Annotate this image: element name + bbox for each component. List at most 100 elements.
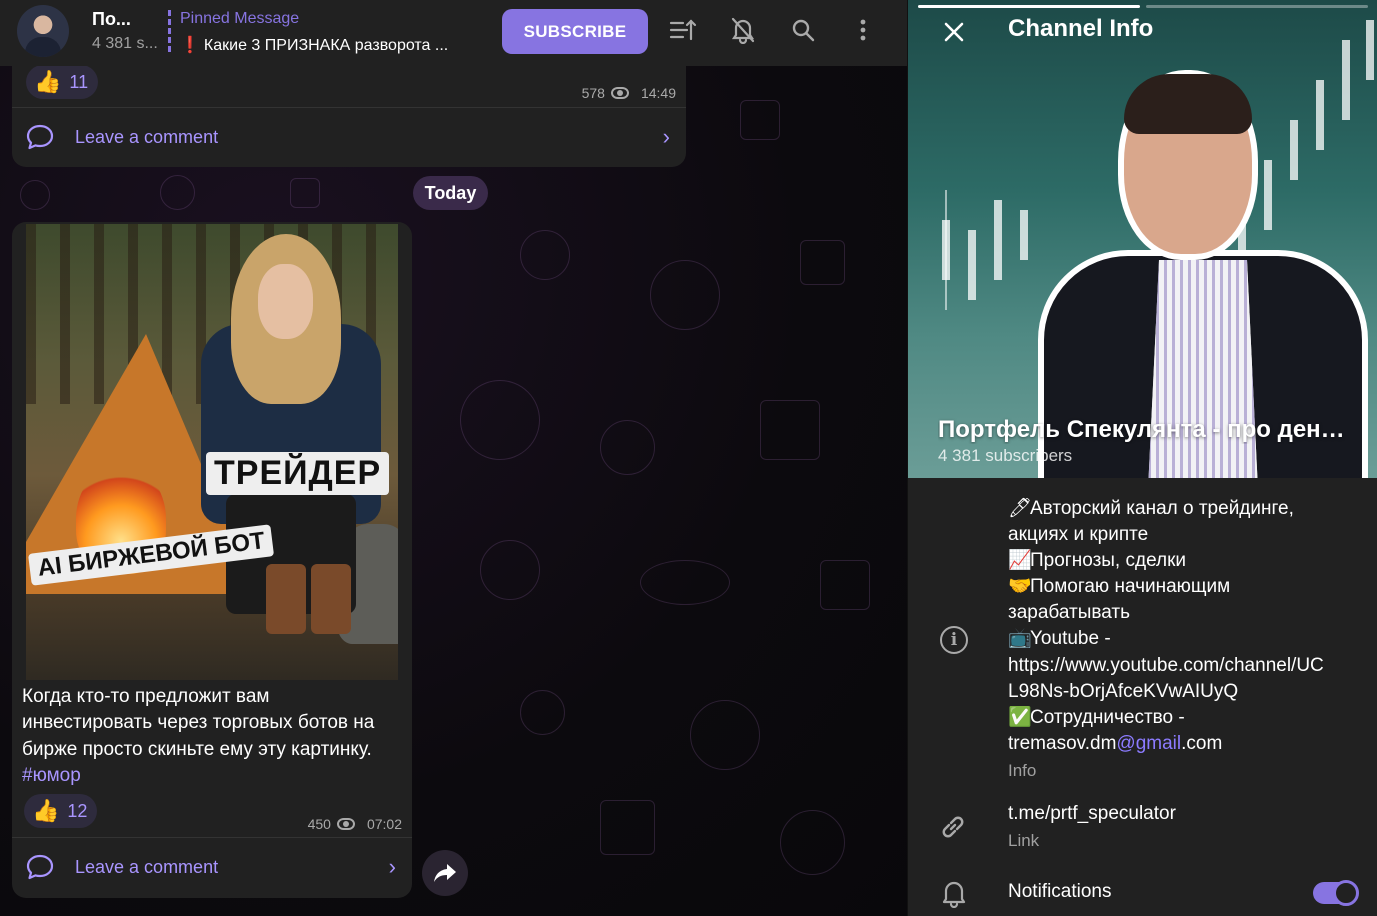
photo-woman-face — [258, 264, 313, 339]
cover-candle — [942, 220, 950, 280]
message-meta: 450 07:02 — [308, 816, 402, 832]
channel-subscriber-count: 4 381 subscribers — [938, 446, 1073, 465]
more-icon[interactable] — [847, 14, 879, 46]
message-time: 07:02 — [366, 816, 402, 832]
person-shirt — [1148, 260, 1258, 478]
channel-name[interactable]: По... — [92, 9, 131, 30]
channel-info-panel: Channel Info Портфель Спекулянта - про д… — [907, 0, 1377, 916]
description-line: 📺Youtube - — [1008, 626, 1363, 652]
forward-icon — [434, 864, 456, 882]
view-count: 578 — [581, 85, 605, 101]
close-button[interactable] — [938, 16, 970, 48]
reaction-chip[interactable]: 👍 11 — [26, 65, 99, 99]
comment-label: Leave a comment — [75, 856, 219, 877]
youtube-link[interactable]: L98Ns-bOrjAfceKVwAIUyQ — [1008, 679, 1363, 705]
email-link[interactable]: @gmail — [1116, 733, 1181, 754]
background-doodle — [780, 810, 845, 875]
channel-avatar[interactable] — [17, 5, 69, 57]
info-icon: i — [940, 626, 968, 654]
link-icon — [942, 816, 964, 838]
pinned-text: Какие 3 ПРИЗНАКА разворота ... — [203, 37, 449, 54]
description-line: акциях и крипте — [1008, 524, 1149, 546]
background-doodle — [520, 230, 570, 280]
notifications-toggle[interactable] — [1313, 880, 1359, 906]
panel-title: Channel Info — [1008, 15, 1154, 42]
background-doodle — [160, 175, 195, 210]
description-line: 🖊Авторский канал о трейдинге, — [1008, 496, 1363, 522]
forward-button[interactable] — [422, 850, 468, 896]
message-bubble[interactable]: ТРЕЙДЕР AI БИРЖЕВОЙ БОТ Когда кто-то пре… — [12, 222, 412, 898]
channel-description[interactable]: 🖊Авторский канал о трейдинге, акциях и к… — [1008, 496, 1363, 757]
search-icon[interactable] — [787, 14, 819, 46]
leave-comment-button[interactable]: Leave a comment › — [12, 108, 686, 166]
cover-tab[interactable] — [1146, 5, 1368, 8]
filter-icon[interactable] — [667, 14, 699, 46]
close-icon — [944, 22, 964, 42]
link-caption: Link — [1008, 831, 1040, 850]
handshake-icon: 🤝 — [1008, 576, 1032, 598]
reaction-chip[interactable]: 👍 12 — [24, 794, 98, 828]
photo-boot — [311, 564, 351, 634]
tv-icon: 📺 — [1008, 628, 1032, 650]
message-time: 14:49 — [640, 85, 676, 101]
background-doodle — [690, 700, 760, 770]
message-body: Когда кто-то предложит вам инвестировать… — [22, 686, 375, 760]
description-caption: Info — [1008, 761, 1037, 780]
channel-cover[interactable]: Channel Info Портфель Спекулянта - про д… — [908, 0, 1377, 478]
email-line: tremasov.dm@gmail.com — [1008, 732, 1223, 754]
comment-icon — [26, 124, 54, 150]
hashtag-link[interactable]: #юмор — [22, 765, 81, 786]
date-divider: Today — [413, 176, 488, 210]
view-count: 450 — [307, 816, 331, 832]
message-bubble[interactable]: 👍 11 578 14:49 Leave a comment › — [12, 56, 686, 167]
channel-link[interactable]: t.me/prtf_speculator — [1008, 803, 1176, 825]
message-meta: 578 14:49 — [582, 85, 676, 101]
youtube-link[interactable]: https://www.youtube.com/channel/UC — [1008, 653, 1363, 679]
photo-label-trader: ТРЕЙДЕР — [206, 452, 390, 495]
pinned-indicator — [168, 10, 171, 54]
description-line: 📈Прогнозы, сделки — [1008, 548, 1363, 574]
cover-candle — [994, 200, 1002, 280]
chat-header[interactable]: По... 4 381 s... Pinned Message ❗ Какие 3… — [0, 0, 907, 66]
chevron-right-icon: › — [662, 124, 670, 149]
cover-candle — [1020, 210, 1028, 260]
exclamation-icon: ❗ — [180, 37, 200, 54]
cover-tab[interactable] — [918, 5, 1140, 8]
background-doodle — [600, 800, 655, 855]
description-line: зарабатывать — [1008, 602, 1130, 624]
notifications-label: Notifications — [1008, 881, 1112, 902]
pinned-title[interactable]: Pinned Message — [180, 10, 299, 28]
background-doodle — [20, 180, 50, 210]
comment-icon — [26, 854, 54, 880]
check-icon: ✅ — [1008, 706, 1032, 728]
subscribe-button[interactable]: SUBSCRIBE — [502, 9, 648, 54]
cover-candle — [968, 230, 976, 300]
chevron-right-icon: › — [388, 854, 396, 879]
eye-icon — [336, 818, 355, 830]
background-doodle — [460, 380, 540, 460]
pinned-message-preview[interactable]: ❗ Какие 3 ПРИЗНАКА разворота ... — [180, 35, 470, 55]
thumbs-up-icon: 👍 — [34, 69, 62, 94]
background-doodle — [650, 260, 720, 330]
cover-tabs — [918, 5, 1368, 8]
description-line: 🤝Помогаю начинающим — [1008, 574, 1363, 600]
background-doodle — [640, 560, 730, 605]
eye-icon — [610, 87, 629, 99]
background-doodle — [740, 100, 780, 140]
bell-icon — [942, 881, 966, 908]
background-doodle — [820, 560, 870, 610]
reaction-count: 12 — [67, 800, 88, 821]
background-doodle — [600, 420, 655, 475]
message-photo[interactable]: ТРЕЙДЕР AI БИРЖЕВОЙ БОТ — [26, 224, 398, 680]
chat-area: По... 4 381 s... Pinned Message ❗ Какие 3… — [0, 0, 907, 916]
leave-comment-button[interactable]: Leave a comment › — [12, 838, 412, 896]
description-line: ✅Сотрудничество - — [1008, 705, 1363, 731]
photo-boot — [266, 564, 306, 634]
reaction-count: 11 — [69, 71, 89, 92]
background-doodle — [480, 540, 540, 600]
channel-full-name: Портфель Спекулянта - про деньг... — [938, 416, 1358, 443]
mute-bell-icon[interactable] — [727, 14, 759, 46]
thumbs-up-icon: 👍 — [32, 798, 60, 823]
pen-icon: 🖊 — [1008, 498, 1033, 519]
channel-subscribers: 4 381 s... — [92, 35, 158, 52]
